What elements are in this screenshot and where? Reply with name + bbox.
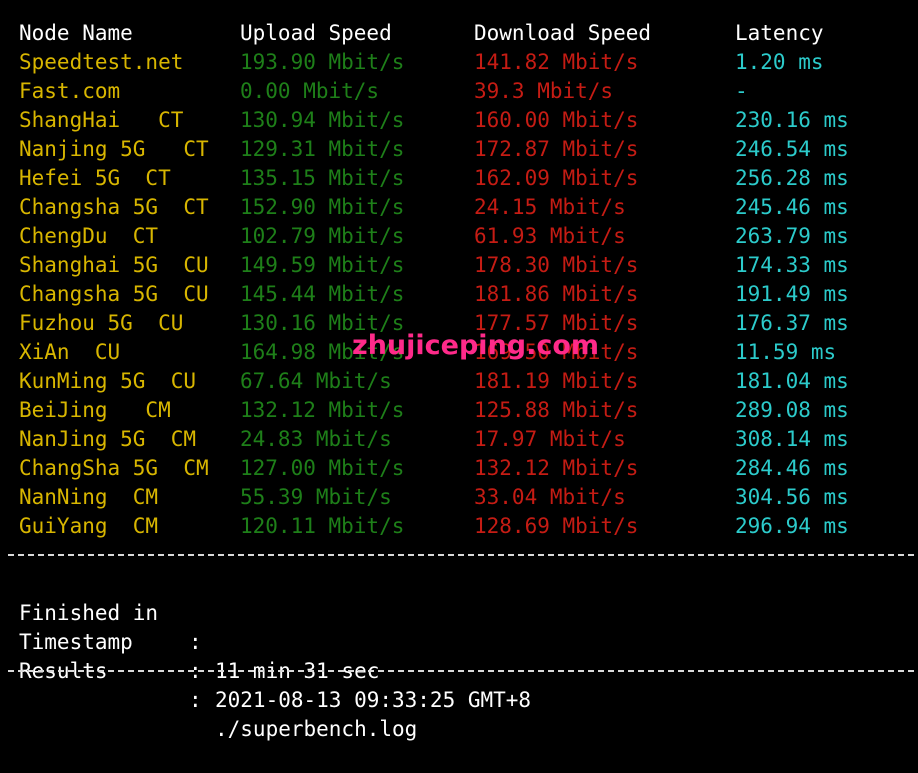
- dashed-divider-top: [8, 554, 914, 556]
- latency: 176.37 ms: [735, 311, 849, 335]
- footer-timestamp: Timestamp : 2021-08-13 09:33:25 GMT+8: [19, 599, 531, 712]
- table-row: BeiJing CM 132.12 Mbit/s 125.88 Mbit/s 2…: [0, 396, 918, 425]
- header-download-speed: Download Speed: [474, 21, 652, 45]
- node-name: XiAn CU: [19, 340, 121, 364]
- node-name: KunMing 5G CU: [19, 369, 197, 393]
- table-row: GuiYang CM 120.11 Mbit/s 128.69 Mbit/s 2…: [0, 512, 918, 541]
- latency: -: [735, 79, 748, 103]
- download-speed: 181.19 Mbit/s: [474, 369, 639, 393]
- download-speed: 24.15 Mbit/s: [474, 195, 626, 219]
- upload-speed: 193.90 Mbit/s: [240, 50, 405, 74]
- download-speed: 17.97 Mbit/s: [474, 427, 626, 451]
- table-row: Hefei 5G CT 135.15 Mbit/s 162.09 Mbit/s …: [0, 164, 918, 193]
- node-name: Changsha 5G CU: [19, 282, 209, 306]
- upload-speed: 145.44 Mbit/s: [240, 282, 405, 306]
- upload-speed: 55.39 Mbit/s: [240, 485, 392, 509]
- download-speed: 162.09 Mbit/s: [474, 166, 639, 190]
- node-name: ChengDu CT: [19, 224, 159, 248]
- table-row: Nanjing 5G CT 129.31 Mbit/s 172.87 Mbit/…: [0, 135, 918, 164]
- latency: 296.94 ms: [735, 514, 849, 538]
- table-row: Shanghai 5G CU 149.59 Mbit/s 178.30 Mbit…: [0, 251, 918, 280]
- table-row: NanJing 5G CM 24.83 Mbit/s 17.97 Mbit/s …: [0, 425, 918, 454]
- footer-colon: :: [189, 688, 202, 712]
- node-name: NanJing 5G CM: [19, 427, 197, 451]
- latency: 246.54 ms: [735, 137, 849, 161]
- table-row: Fast.com 0.00 Mbit/s 39.3 Mbit/s -: [0, 77, 918, 106]
- download-speed: 33.04 Mbit/s: [474, 485, 626, 509]
- upload-speed: 149.59 Mbit/s: [240, 253, 405, 277]
- latency: 181.04 ms: [735, 369, 849, 393]
- download-speed: 172.87 Mbit/s: [474, 137, 639, 161]
- node-name: Nanjing 5G CT: [19, 137, 209, 161]
- node-name: ChangSha 5G CM: [19, 456, 209, 480]
- table-row: ChangSha 5G CM 127.00 Mbit/s 132.12 Mbit…: [0, 454, 918, 483]
- download-speed: 141.82 Mbit/s: [474, 50, 639, 74]
- download-speed: 160.00 Mbit/s: [474, 108, 639, 132]
- latency: 263.79 ms: [735, 224, 849, 248]
- upload-speed: 152.90 Mbit/s: [240, 195, 405, 219]
- table-row: Changsha 5G CU 145.44 Mbit/s 181.86 Mbit…: [0, 280, 918, 309]
- table-row: ChengDu CT 102.79 Mbit/s 61.93 Mbit/s 26…: [0, 222, 918, 251]
- table-row: ShangHai CT 130.94 Mbit/s 160.00 Mbit/s …: [0, 106, 918, 135]
- latency: 308.14 ms: [735, 427, 849, 451]
- node-name: Speedtest.net: [19, 50, 184, 74]
- latency: 1.20 ms: [735, 50, 824, 74]
- download-speed: 181.86 Mbit/s: [474, 282, 639, 306]
- latency: 230.16 ms: [735, 108, 849, 132]
- upload-speed: 130.94 Mbit/s: [240, 108, 405, 132]
- download-speed: 125.88 Mbit/s: [474, 398, 639, 422]
- download-speed: 178.30 Mbit/s: [474, 253, 639, 277]
- download-speed: 128.69 Mbit/s: [474, 514, 639, 538]
- table-row: KunMing 5G CU 67.64 Mbit/s 181.19 Mbit/s…: [0, 367, 918, 396]
- upload-speed: 129.31 Mbit/s: [240, 137, 405, 161]
- download-speed: 132.12 Mbit/s: [474, 456, 639, 480]
- upload-speed: 24.83 Mbit/s: [240, 427, 392, 451]
- table-header: Node Name Upload Speed Download Speed La…: [0, 19, 918, 48]
- node-name: GuiYang CM: [19, 514, 159, 538]
- upload-speed: 127.00 Mbit/s: [240, 456, 405, 480]
- upload-speed: 67.64 Mbit/s: [240, 369, 392, 393]
- upload-speed: 132.12 Mbit/s: [240, 398, 405, 422]
- footer-results: Results : ./superbench.log: [19, 628, 417, 741]
- dashed-divider-bottom: [8, 670, 914, 672]
- upload-speed: 102.79 Mbit/s: [240, 224, 405, 248]
- node-name: Fast.com: [19, 79, 121, 103]
- node-name: Fuzhou 5G CU: [19, 311, 184, 335]
- table-row: Changsha 5G CT 152.90 Mbit/s 24.15 Mbit/…: [0, 193, 918, 222]
- node-name: Shanghai 5G CU: [19, 253, 209, 277]
- node-name: Changsha 5G CT: [19, 195, 209, 219]
- upload-speed: 135.15 Mbit/s: [240, 166, 405, 190]
- header-upload-speed: Upload Speed: [240, 21, 392, 45]
- footer-value: 2021-08-13 09:33:25 GMT+8: [215, 688, 532, 712]
- node-name: BeiJing CM: [19, 398, 171, 422]
- header-latency: Latency: [735, 21, 824, 45]
- upload-speed: 120.11 Mbit/s: [240, 514, 405, 538]
- footer-colon: :: [189, 630, 202, 654]
- node-name: ShangHai CT: [19, 108, 184, 132]
- footer-value: ./superbench.log: [215, 717, 418, 741]
- watermark: zhujiceping.com: [352, 330, 600, 361]
- node-name: NanNing CM: [19, 485, 159, 509]
- table-row: NanNing CM 55.39 Mbit/s 33.04 Mbit/s 304…: [0, 483, 918, 512]
- terminal-window: Node Name Upload Speed Download Speed La…: [0, 0, 918, 741]
- download-speed: 39.3 Mbit/s: [474, 79, 614, 103]
- header-node-name: Node Name: [19, 21, 133, 45]
- latency: 284.46 ms: [735, 456, 849, 480]
- table-row: Speedtest.net 193.90 Mbit/s 141.82 Mbit/…: [0, 48, 918, 77]
- latency: 11.59 ms: [735, 340, 837, 364]
- latency: 289.08 ms: [735, 398, 849, 422]
- latency: 256.28 ms: [735, 166, 849, 190]
- latency: 191.49 ms: [735, 282, 849, 306]
- download-speed: 61.93 Mbit/s: [474, 224, 626, 248]
- footer-finished-in: Finished in : 11 min 31 sec: [19, 570, 379, 683]
- latency: 304.56 ms: [735, 485, 849, 509]
- latency: 174.33 ms: [735, 253, 849, 277]
- node-name: Hefei 5G CT: [19, 166, 171, 190]
- latency: 245.46 ms: [735, 195, 849, 219]
- upload-speed: 0.00 Mbit/s: [240, 79, 380, 103]
